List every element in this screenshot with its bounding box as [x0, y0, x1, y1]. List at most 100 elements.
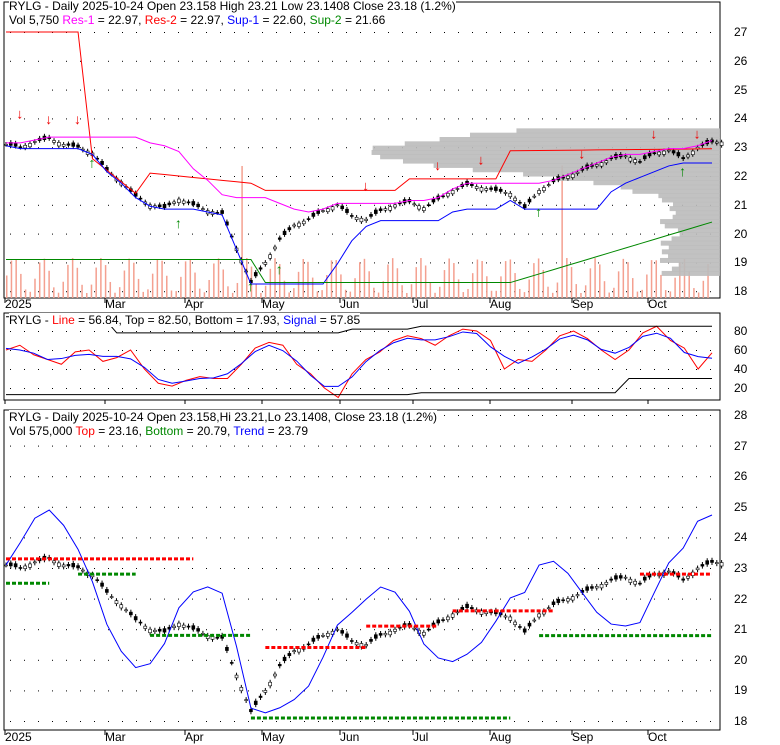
grid-dot — [220, 369, 221, 370]
grid-dot — [164, 350, 165, 351]
grid-dot — [122, 176, 123, 177]
grid-dot — [486, 599, 487, 600]
grid-dot — [640, 721, 641, 722]
grid-dot — [276, 568, 277, 569]
grid-dot — [430, 118, 431, 119]
grid-dot — [290, 599, 291, 600]
p3-candle — [225, 647, 228, 650]
buy-arrow-icon: ↑ — [535, 203, 542, 219]
p3-candle — [518, 626, 521, 627]
grid-dot — [192, 537, 193, 538]
grid-dot — [388, 537, 389, 538]
grid-dot — [486, 262, 487, 263]
grid-dot — [570, 32, 571, 33]
grid-dot — [640, 446, 641, 447]
grid-dot — [248, 262, 249, 263]
volume-bar — [373, 288, 375, 298]
volume-bar — [180, 277, 182, 298]
volume-bar — [307, 262, 309, 298]
grid-dot — [234, 721, 235, 722]
grid-dot — [514, 415, 515, 416]
grid-dot — [682, 568, 683, 569]
grid-dot — [94, 568, 95, 569]
grid-dot — [682, 291, 683, 292]
grid-dot — [38, 350, 39, 351]
grid-dot — [66, 205, 67, 206]
p1-candle — [182, 201, 185, 203]
grid-dot — [598, 537, 599, 538]
p1-candle — [297, 223, 300, 226]
grid-dot — [164, 291, 165, 292]
grid-dot — [276, 369, 277, 370]
volume-bar — [105, 265, 107, 298]
grid-dot — [374, 369, 375, 370]
grid-dot — [136, 446, 137, 447]
grid-dot — [444, 629, 445, 630]
grid-dot — [472, 118, 473, 119]
volume-profile-bar — [632, 189, 720, 194]
grid-dot — [178, 350, 179, 351]
grid-dot — [332, 507, 333, 508]
grid-dot — [346, 660, 347, 661]
grid-dot — [318, 90, 319, 91]
grid-dot — [500, 629, 501, 630]
grid-dot — [458, 660, 459, 661]
p3-candle — [249, 709, 252, 711]
volume-profile-bar — [673, 202, 720, 207]
grid-dot — [584, 476, 585, 477]
p1-candle — [446, 193, 449, 196]
p1-candle — [490, 188, 493, 190]
p3-candle — [720, 562, 723, 566]
grid-dot — [122, 507, 123, 508]
grid-dot — [304, 234, 305, 235]
grid-dot — [164, 476, 165, 477]
grid-dot — [444, 262, 445, 263]
grid-dot — [556, 118, 557, 119]
grid-dot — [38, 147, 39, 148]
grid-dot — [108, 537, 109, 538]
grid-dot — [136, 476, 137, 477]
y-tick-label: 20 — [734, 227, 747, 241]
grid-dot — [444, 507, 445, 508]
grid-dot — [696, 32, 697, 33]
grid-dot — [360, 90, 361, 91]
grid-dot — [640, 331, 641, 332]
grid-dot — [668, 32, 669, 33]
y-tick-label: 24 — [734, 111, 747, 125]
grid-dot — [528, 537, 529, 538]
p1-candle — [173, 202, 176, 204]
volume-bar — [608, 293, 610, 298]
grid-dot — [318, 61, 319, 62]
p3-candle — [77, 566, 80, 568]
grid-dot — [696, 476, 697, 477]
grid-dot — [542, 90, 543, 91]
volume-bar — [44, 259, 46, 298]
grid-dot — [388, 262, 389, 263]
grid-dot — [640, 234, 641, 235]
grid-dot — [528, 369, 529, 370]
grid-dot — [458, 262, 459, 263]
grid-dot — [570, 537, 571, 538]
p1-candle — [470, 184, 473, 185]
volume-bar — [500, 276, 502, 298]
grid-dot — [192, 118, 193, 119]
panel3-title: RYLG - Daily 2025-10-24 Open 23.158,Hi 2… — [9, 410, 437, 424]
grid-dot — [472, 262, 473, 263]
volume-profile-bar — [662, 249, 720, 254]
grid-dot — [584, 629, 585, 630]
volume-bar — [590, 268, 592, 298]
grid-dot — [80, 388, 81, 389]
grid-dot — [682, 690, 683, 691]
grid-dot — [346, 147, 347, 148]
grid-dot — [388, 599, 389, 600]
grid-dot — [514, 61, 515, 62]
grid-dot — [626, 660, 627, 661]
grid-dot — [150, 721, 151, 722]
volume-bar — [298, 272, 300, 298]
volume-bar — [213, 263, 215, 298]
grid-dot — [108, 690, 109, 691]
grid-dot — [612, 262, 613, 263]
p1-candle — [254, 272, 257, 276]
volume-bar — [444, 270, 446, 298]
grid-dot — [584, 690, 585, 691]
